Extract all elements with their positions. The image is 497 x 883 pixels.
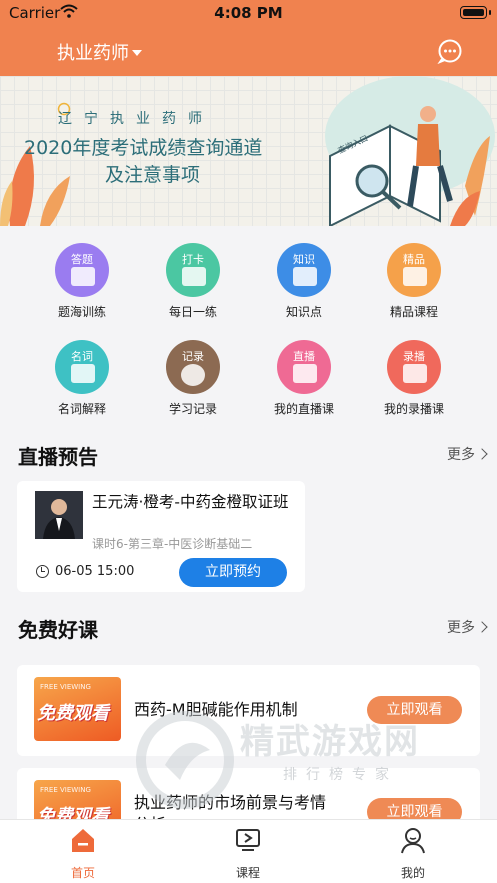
tab-courses[interactable]: 课程 [208, 826, 288, 881]
tv-glyph [293, 364, 317, 383]
menu-label: 精品课程 [389, 305, 438, 319]
study-record-icon: 记录 [166, 340, 220, 394]
chevron-right-icon [476, 448, 488, 460]
menu-tag: 直播 [293, 350, 315, 363]
menu-item-recorded-class[interactable]: 录播 我的录播课 [369, 340, 459, 417]
live-class-icon: 直播 [277, 340, 331, 394]
calendar-glyph [182, 267, 206, 286]
nav-title: 执业药师 [57, 43, 129, 64]
clock-glyph [181, 364, 205, 386]
menu-item-quiz[interactable]: 答题 题海训练 [37, 243, 127, 320]
caret-down-icon [132, 50, 142, 56]
menu-tag: 精品 [403, 253, 425, 266]
menu-item-checkin[interactable]: 打卡 每日一练 [148, 243, 238, 320]
course-name: 西药-M胆碱能作用机制 [134, 700, 298, 719]
menu-label: 我的录播课 [383, 402, 444, 416]
live-preview-card[interactable]: 王元涛·橙考-中药金橙取证班 课时6-第三章-中医诊断基础二 06-05 15:… [17, 481, 305, 592]
chat-bubble-icon[interactable] [437, 38, 463, 64]
menu-label: 学习记录 [168, 402, 217, 416]
menu-item-study-record[interactable]: 记录 学习记录 [148, 340, 238, 417]
thumb-small-text: FREE VIEWING [40, 786, 91, 794]
free-course-card[interactable]: FREE VIEWING 免费观看 西药-M胆碱能作用机制 立即观看 [17, 665, 480, 756]
document-glyph [71, 267, 95, 286]
more-label: 更多 [447, 620, 475, 636]
menu-tag: 知识 [293, 253, 315, 266]
menu-tag: 录播 [403, 350, 425, 363]
battery-icon [460, 6, 487, 19]
premium-course-icon: 精品 [387, 243, 441, 297]
menu-item-premium[interactable]: 精品 精品课程 [369, 243, 459, 320]
live-datetime: 06-05 15:00 [55, 564, 135, 579]
tab-label: 首页 [70, 866, 95, 880]
menu-tag: 答题 [71, 253, 93, 266]
live-more-link[interactable]: 更多 [447, 444, 488, 464]
course-screen-icon [236, 829, 260, 851]
banner-headline: 2020年度考试成绩查询通道 [24, 137, 263, 159]
checkin-icon: 打卡 [166, 243, 220, 297]
menu-tag: 名词 [71, 350, 93, 363]
menu-label: 题海训练 [57, 305, 106, 319]
quiz-icon: 答题 [55, 243, 109, 297]
free-section-title: 免费好课 [18, 618, 98, 642]
tab-profile[interactable]: 我的 [373, 826, 453, 881]
menu-tag: 打卡 [182, 253, 204, 266]
feature-menu: 答题 题海训练 打卡 每日一练 知识 知识点 精品 精品课程 名词 名词解释 记… [0, 226, 497, 426]
watch-now-button[interactable]: 立即观看 [367, 696, 462, 724]
star-badge-glyph [71, 364, 95, 383]
live-lesson: 课时6-第三章-中医诊断基础二 [92, 537, 253, 551]
banner-subtitle: 辽宁执业药师 [58, 111, 214, 127]
live-course-title: 王元涛·橙考-中药金橙取证班 [92, 493, 289, 511]
clock-icon [36, 565, 49, 578]
chevron-right-icon [476, 621, 488, 633]
thumb-small-text: FREE VIEWING [40, 683, 91, 691]
recorded-class-icon: 录播 [387, 340, 441, 394]
menu-item-glossary[interactable]: 名词 名词解释 [37, 340, 127, 417]
tab-label: 我的 [400, 866, 425, 880]
document-glyph [403, 267, 427, 286]
live-section-title: 直播预告 [18, 445, 98, 469]
banner-headline-2: 及注意事项 [105, 164, 201, 186]
more-label: 更多 [447, 447, 475, 463]
menu-label: 知识点 [285, 305, 322, 319]
profile-icon [401, 828, 425, 854]
tab-home[interactable]: 首页 [43, 826, 123, 881]
teacher-photo-icon [35, 491, 83, 539]
banner-illustration [325, 76, 495, 226]
menu-label: 我的直播课 [273, 402, 334, 416]
knowledge-icon: 知识 [277, 243, 331, 297]
nav-bar: 执业药师 [0, 26, 497, 76]
battery-tip [489, 10, 491, 15]
menu-item-live-class[interactable]: 直播 我的直播课 [259, 340, 349, 417]
tab-label: 课程 [235, 866, 260, 880]
course-thumbnail: FREE VIEWING 免费观看 [34, 677, 121, 741]
play-glyph [403, 364, 427, 383]
exam-type-selector[interactable]: 执业药师 [57, 39, 142, 65]
teacher-avatar [35, 491, 83, 539]
menu-label: 名词解释 [57, 402, 106, 416]
free-more-link[interactable]: 更多 [447, 617, 488, 637]
promo-banner[interactable]: 辽宁执业药师 2020年度考试成绩查询通道 及注意事项 查询入口 [0, 76, 497, 226]
glossary-icon: 名词 [55, 340, 109, 394]
status-bar: Carrier 4:08 PM [0, 0, 497, 26]
menu-label: 每日一练 [168, 305, 217, 319]
clock-time: 4:08 PM [214, 4, 283, 22]
book-now-button[interactable]: 立即预约 [179, 558, 287, 587]
tab-bar: 首页 课程 我的 [0, 819, 497, 883]
home-icon [72, 829, 94, 852]
thumb-big-text: 免费观看 [37, 703, 109, 724]
menu-tag: 记录 [182, 350, 204, 363]
menu-item-knowledge[interactable]: 知识 知识点 [259, 243, 349, 320]
document-glyph [293, 267, 317, 286]
